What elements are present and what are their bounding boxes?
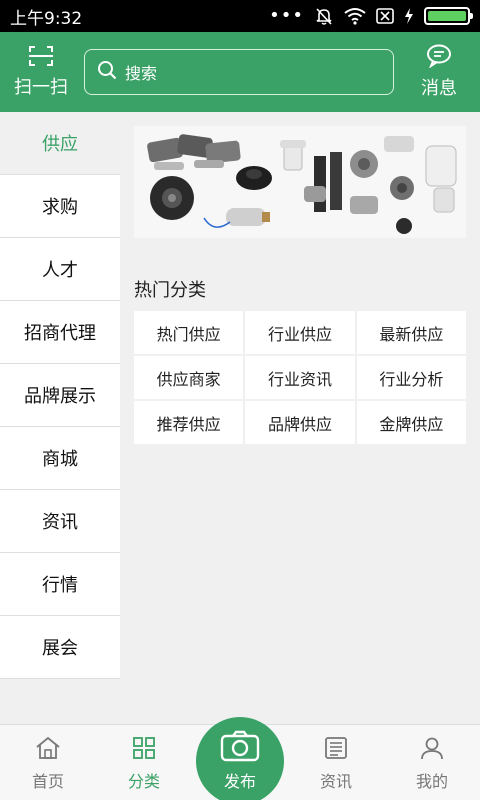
sidebar-item-market[interactable]: 行情 [0,553,120,616]
message-button[interactable]: 消息 [410,44,468,100]
scan-button[interactable]: 扫一扫 [12,45,70,99]
newspaper-icon [324,736,348,764]
tab-mine[interactable]: 我的 [384,725,480,800]
tab-mine-label: 我的 [415,772,448,791]
bottom-tabbar: 首页 分类 发布 资讯 我的 [0,717,480,800]
sidebar-item-mall[interactable]: 商城 [0,427,120,490]
category-hot-supply[interactable]: 热门供应 [134,311,244,354]
category-sidebar: 供应 求购 人才 招商代理 品牌展示 商城 资讯 行情 展会 [0,112,120,724]
tab-home[interactable]: 首页 [0,725,96,800]
grid-icon [132,736,156,764]
sidebar-item-talent[interactable]: 人才 [0,238,120,301]
sidebar-item-supply[interactable]: 供应 [0,112,120,175]
tab-news[interactable]: 资讯 [288,725,384,800]
search-input[interactable]: 搜索 [84,49,394,95]
no-sim-icon [376,8,394,24]
scan-label: 扫一扫 [14,77,68,98]
scan-icon [28,45,54,71]
category-industry-news[interactable]: 行业资讯 [245,356,355,399]
app-header: 扫一扫 搜索 消息 [0,32,480,112]
section-title: 热门分类 [134,280,206,301]
message-icon [426,44,452,72]
search-icon [97,60,117,84]
charging-icon [404,8,414,24]
message-label: 消息 [421,78,457,99]
sidebar-item-news[interactable]: 资讯 [0,490,120,553]
category-brand-supply[interactable]: 品牌供应 [245,401,355,444]
banner-image[interactable] [134,126,466,238]
sidebar-item-brand[interactable]: 品牌展示 [0,364,120,427]
mute-bell-icon [314,6,334,26]
tab-category-label: 分类 [127,772,160,791]
tab-home-label: 首页 [31,772,64,791]
category-suppliers[interactable]: 供应商家 [134,356,244,399]
category-industry-supply[interactable]: 行业供应 [245,311,355,354]
camera-icon [220,730,260,766]
status-time: 上午9:32 [10,8,83,29]
user-icon [420,736,444,764]
category-gold-supply[interactable]: 金牌供应 [356,401,466,444]
publish-button[interactable]: 发布 [196,717,284,800]
sidebar-item-agency[interactable]: 招商代理 [0,301,120,364]
sidebar-item-purchase[interactable]: 求购 [0,175,120,238]
search-placeholder: 搜索 [125,64,158,83]
sidebar-item-exhibition[interactable]: 展会 [0,616,120,679]
category-latest-supply[interactable]: 最新供应 [356,311,466,354]
category-recommended-supply[interactable]: 推荐供应 [134,401,244,444]
tab-publish[interactable]: 发布 [192,717,288,800]
main-content: 热门分类 热门供应 行业供应 最新供应 供应商家 行业资讯 行业分析 推荐供应 … [120,112,480,724]
battery-icon [424,7,473,25]
category-grid: 热门供应 行业供应 最新供应 供应商家 行业资讯 行业分析 推荐供应 品牌供应 … [134,311,466,444]
publish-label: 发布 [223,772,256,791]
home-icon [35,736,61,764]
tab-category[interactable]: 分类 [96,725,192,800]
more-dots-icon: ••• [269,5,304,26]
tab-news-label: 资讯 [319,772,352,791]
wifi-icon [344,7,366,25]
category-industry-analysis[interactable]: 行业分析 [356,356,466,399]
status-bar: 上午9:32 ••• [0,0,480,32]
